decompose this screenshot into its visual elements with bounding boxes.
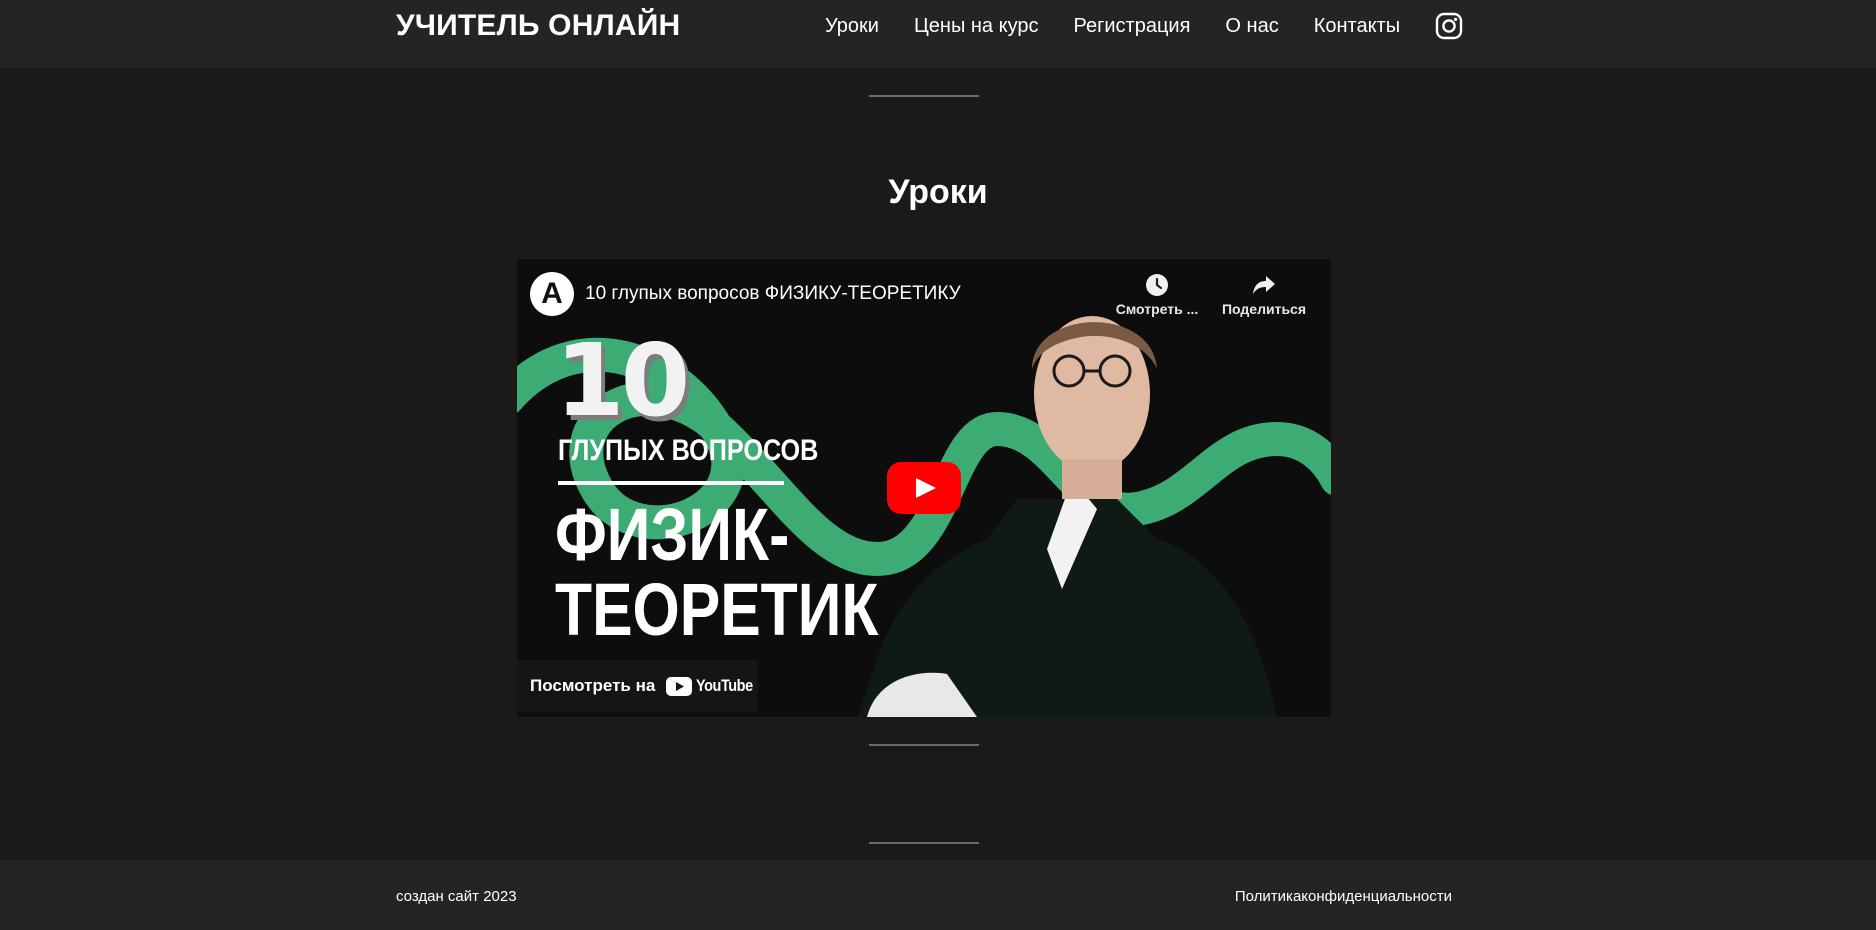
main-nav: Уроки Цены на курс Регистрация О нас Кон… <box>825 12 1463 40</box>
thumbnail-headline-2: ТЕОРЕТИК <box>555 568 879 651</box>
watch-later-label: Смотреть ... <box>1115 301 1199 317</box>
watch-on-youtube-button[interactable]: Посмотреть на YouTube <box>517 660 758 712</box>
footer-credit: создан сайт 2023 <box>396 888 517 905</box>
nav-item-lessons[interactable]: Уроки <box>825 12 879 40</box>
site-brand[interactable]: УЧИТЕЛЬ ОНЛАЙН <box>396 8 680 44</box>
share-arrow-icon <box>1253 276 1275 294</box>
video-embed[interactable]: A 10 глупых вопросов ФИЗИКУ-ТЕОРЕТИКУ См… <box>517 259 1331 717</box>
section-divider-top <box>869 95 979 97</box>
thumbnail-subtitle: ГЛУПЫХ ВОПРОСОВ <box>558 434 819 467</box>
channel-logo[interactable]: A <box>530 272 574 316</box>
site-footer: создан сайт 2023 Политикаконфиденциально… <box>0 860 1876 930</box>
section-divider-bottom <box>869 744 979 746</box>
share-label: Поделиться <box>1221 301 1307 317</box>
thumbnail-number: 10 <box>555 322 690 439</box>
nav-item-about[interactable]: О нас <box>1225 12 1278 40</box>
instagram-icon[interactable] <box>1435 12 1463 40</box>
youtube-play-icon <box>666 676 693 696</box>
nav-item-prices[interactable]: Цены на курс <box>914 12 1039 40</box>
privacy-policy-link[interactable]: Политикаконфиденциальности <box>1235 887 1452 907</box>
site-header: УЧИТЕЛЬ ОНЛАЙН Уроки Цены на курс Регист… <box>0 0 1876 68</box>
youtube-wordmark: YouTube <box>696 676 754 695</box>
watch-later-button[interactable]: Смотреть ... <box>1107 273 1207 317</box>
nav-item-contacts[interactable]: Контакты <box>1314 12 1400 40</box>
video-title[interactable]: 10 глупых вопросов ФИЗИКУ-ТЕОРЕТИКУ <box>585 281 961 307</box>
youtube-logo: YouTube <box>666 676 763 696</box>
thumbnail-underline <box>558 481 784 485</box>
play-button[interactable] <box>887 462 961 514</box>
share-button[interactable]: Поделиться <box>1214 273 1314 317</box>
thumbnail-headline-1: ФИЗИК- <box>555 493 790 576</box>
watch-on-label: Посмотреть на <box>530 676 656 695</box>
nav-item-registration[interactable]: Регистрация <box>1073 12 1190 40</box>
section-title: Уроки <box>888 173 988 211</box>
clock-icon <box>1146 274 1168 296</box>
footer-divider <box>869 842 979 844</box>
